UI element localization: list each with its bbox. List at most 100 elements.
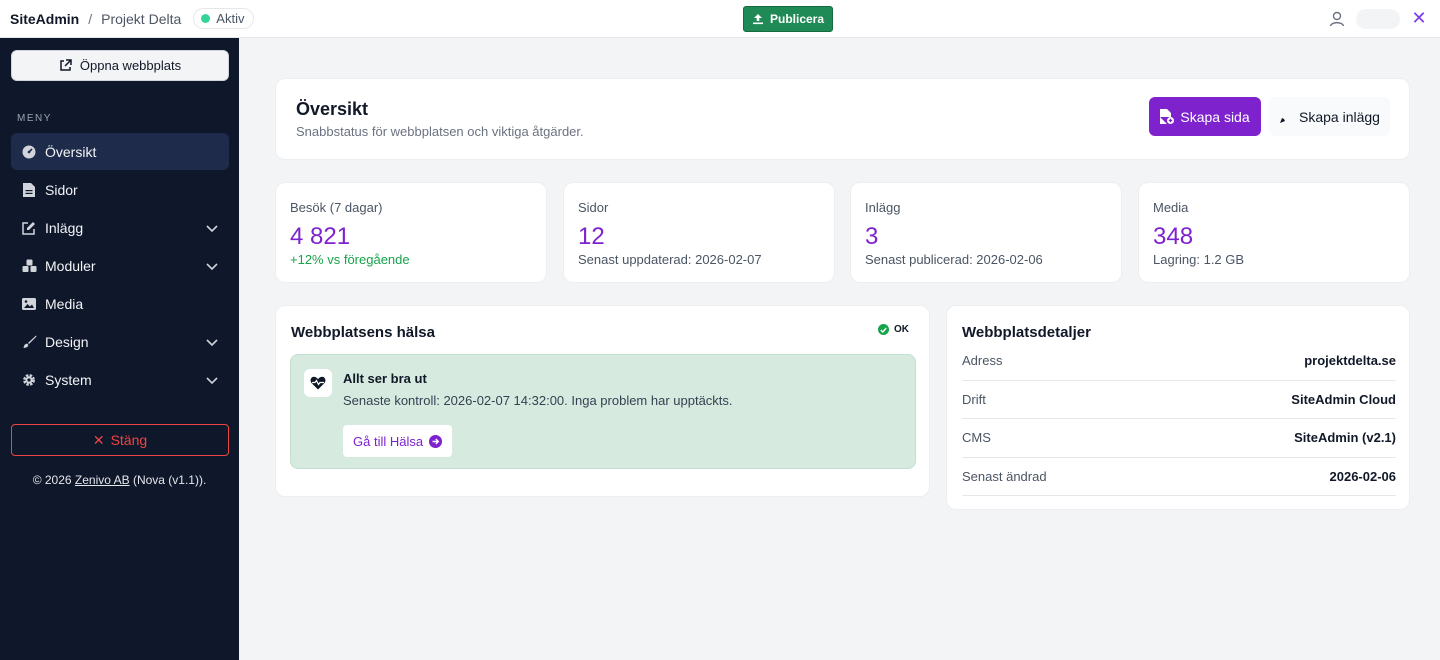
stat-value: 12 [578,223,605,250]
details-value: SiteAdmin Cloud [1291,391,1396,407]
open-site-label: Öppna webbplats [79,58,182,73]
details-key: CMS [962,430,991,446]
sidebar-item-label: Moduler [45,257,96,274]
close-x-icon: ✕ [92,431,105,448]
details-row: Senast ändrad 2026-02-06 [962,458,1397,496]
details-value: projektdelta.se [1304,353,1396,369]
status-dot-icon [201,14,211,23]
stat-footnote: Senast publicerad: 2026-02-06 [865,252,1043,267]
cubes-icon [21,258,37,274]
details-value: 2026-02-06 [1329,468,1397,484]
go-to-health-button[interactable]: Gå till Hälsa [343,425,453,457]
details-row: Adress projektdelta.se [962,342,1396,381]
status-badge: Aktiv [193,8,255,29]
stat-value: 3 [865,223,879,250]
status-label: Aktiv [216,11,245,26]
chevron-down-icon[interactable] [205,259,219,273]
stat-card-media: Media 348 Lagring: 1.2 GB [1138,182,1410,283]
sidebar-item-design[interactable]: Design [11,323,229,360]
overview-card: Översikt Snabbstatus för webbplatsen och… [275,78,1410,160]
details-key: Drift [962,391,986,407]
sidebar-item-media[interactable]: Media [11,285,229,322]
health-status-badge: OK [878,324,909,335]
sidebar-item-label: Inlägg [45,219,84,236]
dashboard-icon [21,144,37,160]
external-link-icon [60,59,72,71]
stat-label: Inlägg [865,200,901,215]
page-title: Översikt [296,99,369,119]
arrow-right-circle-icon [429,434,443,448]
brand-name[interactable]: SiteAdmin [10,11,79,27]
file-icon [21,182,37,198]
health-alert: Allt ser bra ut Senaste kontroll: 2026-0… [290,354,916,469]
sidebar-item-label: Översikt [45,143,97,160]
heartbeat-icon [304,369,332,397]
health-status-label: OK [894,324,909,335]
sidebar-item-label: Sidor [45,181,78,198]
brush-icon [21,334,37,350]
sidebar-item-system[interactable]: System [11,361,229,398]
pen-icon [1280,110,1293,123]
health-title: Webbplatsens hälsa [291,324,435,341]
sidebar-item-label: Media [45,295,84,312]
menu-heading: MENY [17,113,52,124]
chevron-down-icon[interactable] [205,373,219,387]
details-list: Adress projektdelta.se Drift SiteAdmin C… [962,342,1396,496]
health-text: Senaste kontroll: 2026-02-07 14:32:00. I… [343,393,733,408]
image-icon [21,296,37,312]
footer-prefix: © 2026 [32,473,75,487]
go-to-health-label: Gå till Hälsa [353,433,424,449]
upload-icon [753,14,763,25]
create-post-button[interactable]: Skapa inlägg [1269,97,1390,136]
top-bar: SiteAdmin / Projekt Delta Aktiv Publicer… [0,0,1440,38]
user-name-placeholder[interactable] [1356,9,1400,29]
stat-card-pages: Sidor 12 Senast uppdaterad: 2026-02-07 [563,182,835,283]
stat-card-visits: Besök (7 dagar) 4 821 +12% vs föregående [275,182,547,283]
health-heading: Allt ser bra ut [343,371,427,386]
footer-suffix: (Nova (v1.1)). [129,473,207,487]
health-card: Webbplatsens hälsa OK Allt ser bra ut Se… [275,305,930,497]
breadcrumb-project[interactable]: Projekt Delta [101,11,181,27]
stat-value: 4 821 [290,223,351,250]
footer-company-link[interactable]: Zenivo AB [75,473,130,487]
edit-icon [21,220,37,236]
sidebar-item-label: Design [45,333,89,350]
close-button[interactable]: ✕ Stäng [11,424,229,456]
user-icon[interactable] [1328,10,1346,28]
stat-footnote: +12% vs föregående [290,252,410,267]
stat-label: Besök (7 dagar) [290,200,383,215]
details-title: Webbplatsdetaljer [962,324,1091,341]
footer-copyright: © 2026 Zenivo AB (Nova (v1.1)). [0,473,239,487]
create-page-label: Skapa sida [1180,108,1250,125]
stat-card-posts: Inlägg 3 Senast publicerad: 2026-02-06 [850,182,1122,283]
stat-label: Media [1153,200,1189,215]
sidebar-nav: Översikt Sidor Inlägg Moduler Media Desi… [11,133,229,399]
details-row: Drift SiteAdmin Cloud [962,381,1396,419]
sidebar-item-moduler[interactable]: Moduler [11,247,229,284]
sidebar-item-label: System [45,371,92,388]
stat-value: 348 [1153,223,1194,250]
file-plus-icon [1160,109,1175,124]
open-site-button[interactable]: Öppna webbplats [11,50,229,81]
gear-icon [21,372,37,388]
sidebar-item-sidor[interactable]: Sidor [11,171,229,208]
sidebar-item-inlagg[interactable]: Inlägg [11,209,229,246]
close-label: Stäng [110,432,148,448]
create-page-button[interactable]: Skapa sida [1149,97,1261,136]
check-circle-icon [878,324,889,335]
details-value: SiteAdmin (v2.1) [1294,430,1396,446]
chevron-down-icon[interactable] [205,221,219,235]
stat-footnote: Senast uppdaterad: 2026-02-07 [578,252,762,267]
breadcrumb-separator: / [88,10,93,27]
details-card: Webbplatsdetaljer Adress projektdelta.se… [946,305,1410,510]
create-post-label: Skapa inlägg [1299,108,1380,125]
details-row: CMS SiteAdmin (v2.1) [962,419,1396,458]
publish-button[interactable]: Publicera [743,6,834,32]
stat-label: Sidor [578,200,609,215]
close-icon[interactable]: ✕ [1409,8,1429,28]
chevron-down-icon[interactable] [205,335,219,349]
publish-label: Publicera [770,12,825,26]
details-key: Senast ändrad [962,468,1047,484]
sidebar-item-oversikt[interactable]: Översikt [11,133,229,170]
stat-footnote: Lagring: 1.2 GB [1153,252,1245,267]
